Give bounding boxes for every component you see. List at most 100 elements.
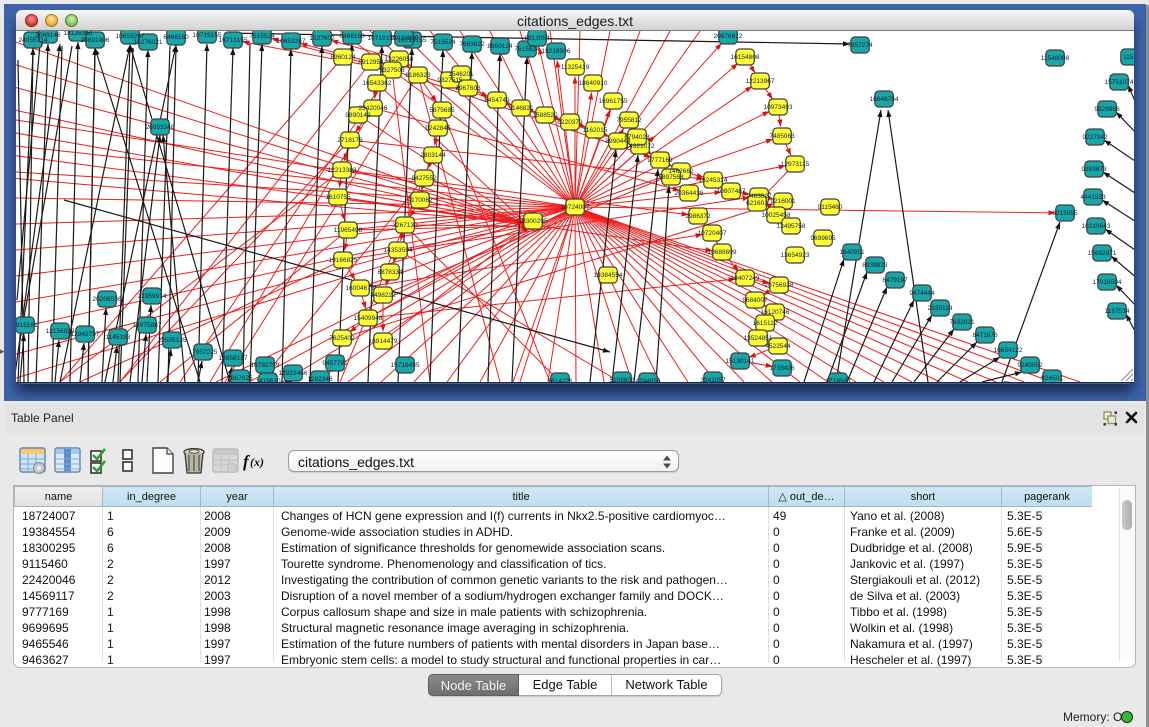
svg-text:16914479: 16914479: [369, 338, 398, 345]
svg-text:7857274: 7857274: [847, 42, 873, 49]
svg-text:10210643: 10210643: [1082, 223, 1111, 230]
svg-text:9242845: 9242845: [425, 125, 451, 132]
svg-text:20876812: 20876812: [714, 33, 743, 40]
svg-text:13226058: 13226058: [385, 56, 414, 63]
svg-text:20364436: 20364436: [675, 190, 704, 197]
svg-text:10719155: 10719155: [193, 32, 222, 39]
svg-text:4498222: 4498222: [370, 292, 396, 299]
svg-text:18724007: 18724007: [561, 204, 590, 211]
svg-text:16120746: 16120746: [761, 309, 790, 316]
svg-text:19218506: 19218506: [542, 48, 571, 55]
svg-text:9245052: 9245052: [1017, 362, 1043, 369]
svg-text:7515524: 7515524: [430, 39, 456, 46]
svg-text:26053346: 26053346: [146, 124, 175, 131]
svg-text:12213967: 12213967: [746, 78, 775, 85]
svg-text:8813054: 8813054: [524, 35, 550, 42]
svg-text:15716485: 15716485: [391, 362, 420, 369]
svg-text:12923466: 12923466: [279, 370, 308, 377]
svg-text:19166825: 19166825: [329, 257, 358, 264]
svg-text:6466160: 6466160: [163, 34, 189, 41]
svg-text:7955812: 7955812: [616, 117, 642, 124]
svg-text:10807487: 10807487: [717, 188, 746, 195]
svg-text:20756928: 20756928: [765, 282, 794, 289]
svg-text:12942757: 12942757: [71, 331, 100, 338]
svg-text:13654923: 13654923: [781, 252, 810, 259]
svg-text:9699695: 9699695: [810, 235, 836, 242]
svg-text:10688609: 10688609: [708, 249, 737, 256]
svg-text:1151: 1151: [1123, 54, 1134, 61]
svg-text:1733426: 1733426: [769, 365, 795, 372]
svg-text:15130141: 15130141: [726, 358, 755, 365]
svg-text:16245314: 16245314: [699, 177, 728, 184]
svg-text:12505135: 12505135: [158, 337, 187, 344]
svg-text:16713155: 16713155: [219, 37, 248, 44]
svg-text:8215955: 8215955: [1052, 210, 1078, 217]
svg-text:14353594: 14353594: [384, 247, 413, 254]
svg-text:8471676: 8471676: [972, 332, 998, 339]
svg-text:13495758: 13495758: [777, 223, 806, 230]
svg-text:1162015: 1162015: [583, 127, 608, 134]
svg-text:2803144: 2803144: [420, 152, 446, 159]
svg-text:18640910: 18640910: [579, 80, 608, 87]
svg-text:19384554: 19384554: [594, 272, 623, 279]
svg-text:15276021: 15276021: [134, 39, 163, 46]
svg-text:10653267: 10653267: [277, 38, 306, 45]
svg-text:5875685: 5875685: [429, 107, 455, 114]
svg-text:14321072: 14321072: [626, 143, 655, 150]
svg-text:9393873: 9393873: [1081, 166, 1107, 173]
svg-text:621601: 621601: [746, 200, 768, 207]
svg-text:16033809: 16033809: [390, 35, 419, 42]
svg-text:7515524: 7515524: [514, 46, 540, 53]
svg-text:20206536: 20206536: [93, 296, 122, 303]
svg-text:8427552: 8427552: [411, 175, 437, 182]
svg-text:10973493: 10973493: [764, 104, 793, 111]
svg-text:10720407: 10720407: [698, 230, 727, 237]
svg-text:3267130: 3267130: [392, 222, 418, 229]
svg-text:12213383: 12213383: [328, 167, 357, 174]
svg-text:12975887: 12975887: [133, 322, 162, 329]
svg-text:9777169: 9777169: [647, 157, 673, 164]
svg-text:11325419: 11325419: [561, 64, 590, 71]
svg-text:9684007: 9684007: [742, 297, 768, 304]
svg-text:9216001: 9216001: [770, 198, 796, 205]
svg-text:1640951: 1640951: [839, 249, 865, 256]
svg-text:1145193: 1145193: [106, 334, 131, 341]
svg-text:8878334: 8878334: [377, 269, 403, 276]
svg-text:16004676: 16004676: [346, 285, 375, 292]
svg-text:8454749: 8454749: [484, 97, 510, 104]
svg-text:15409948: 15409948: [354, 315, 383, 322]
svg-text:1167534: 1167534: [1105, 308, 1130, 315]
svg-text:10025458: 10025458: [762, 212, 791, 219]
svg-text:9327515: 9327515: [437, 77, 463, 84]
svg-text:7632021: 7632021: [949, 319, 975, 326]
svg-text:16782759: 16782759: [251, 362, 280, 369]
svg-text:4441533: 4441533: [1080, 194, 1106, 201]
svg-text:6466160: 6466160: [339, 33, 365, 40]
svg-text:9329966: 9329966: [1094, 106, 1120, 113]
svg-text:2718176: 2718176: [337, 137, 363, 144]
svg-text:7625402: 7625402: [329, 335, 355, 342]
svg-text:10654122: 10654122: [994, 347, 1023, 354]
svg-text:8220373: 8220373: [557, 119, 583, 126]
svg-text:1527602: 1527602: [309, 35, 335, 42]
svg-text:9463627: 9463627: [746, 193, 772, 200]
svg-text:11548008: 11548008: [1041, 55, 1070, 62]
svg-text:8938823: 8938823: [862, 262, 888, 269]
svg-text:10958127: 10958127: [219, 355, 248, 362]
svg-text:12359914: 12359914: [138, 293, 167, 300]
svg-text:18407249: 18407249: [731, 275, 760, 282]
svg-text:16961755: 16961755: [599, 98, 628, 105]
svg-text:6794028: 6794028: [624, 134, 650, 141]
svg-text:(x): (x): [250, 455, 264, 469]
svg-text:1615112: 1615112: [753, 320, 778, 327]
svg-text:2069146: 2069146: [35, 32, 61, 39]
svg-text:9474444: 9474444: [909, 290, 935, 297]
svg-text:17957225: 17957225: [189, 349, 218, 356]
svg-text:20691406: 20691406: [81, 37, 110, 44]
svg-text:7485063: 7485063: [769, 133, 795, 140]
svg-text:15692971: 15692971: [1088, 250, 1117, 257]
svg-text:6479197: 6479197: [882, 277, 908, 284]
svg-text:9327508: 9327508: [379, 67, 405, 74]
svg-text:9115460: 9115460: [818, 204, 843, 211]
svg-text:2935114: 2935114: [928, 305, 953, 312]
